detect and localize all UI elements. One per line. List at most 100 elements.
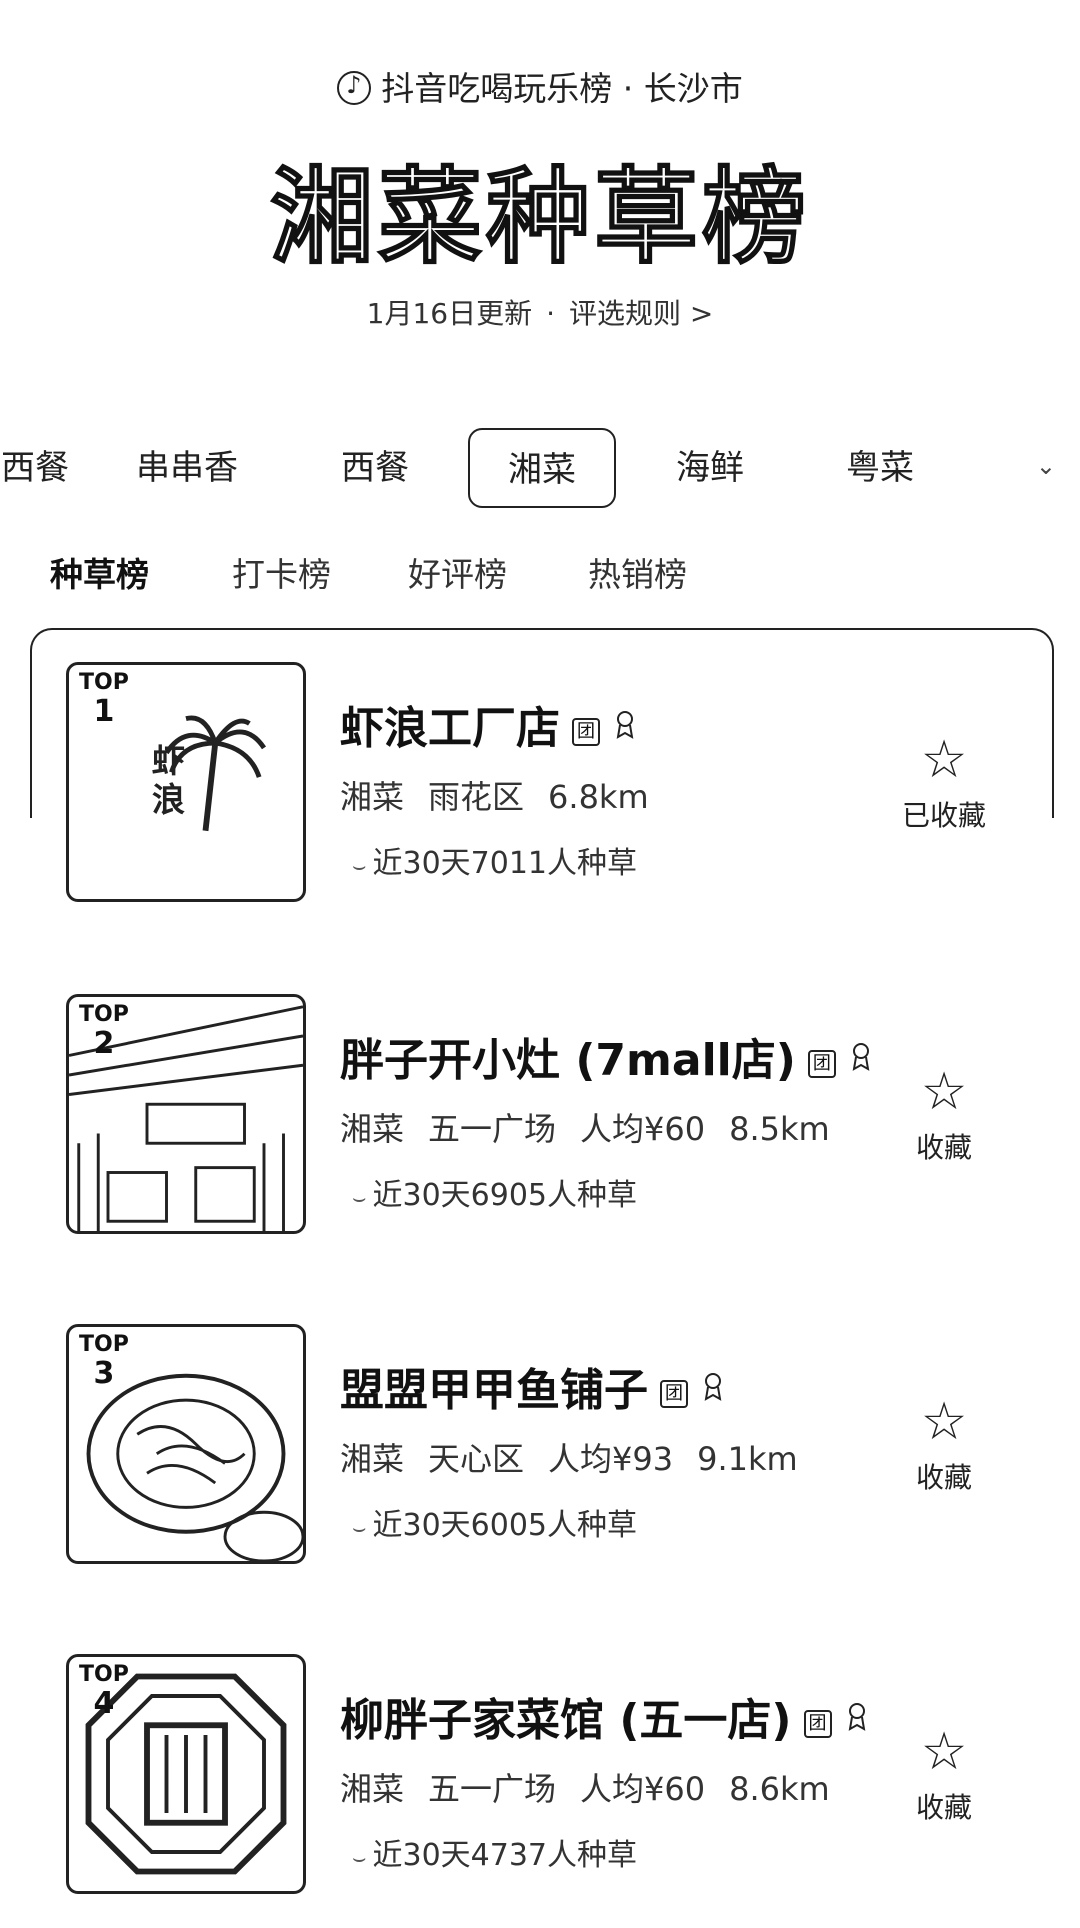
distance: 9.1km — [697, 1440, 798, 1478]
grass-stat: ⌣ 近30天6905人种草 — [340, 1170, 900, 1214]
restaurant-meta: 湘菜 天心区 人均¥93 9.1km — [340, 1434, 900, 1480]
tab-category-1[interactable]: 串串香 — [122, 428, 252, 508]
rank-badge: TOP 1 — [79, 670, 129, 730]
thumb-logo-text: 虾 — [152, 741, 185, 780]
rank-number: 1 — [93, 694, 115, 730]
favorite-button[interactable]: ☆ 收藏 — [894, 1394, 994, 1496]
rank-badge: TOP 2 — [79, 1002, 129, 1062]
list-source-text: 抖音吃喝玩乐榜 · 长沙市 — [381, 69, 743, 108]
grass-stat: ⌣ 近30天4737人种草 — [340, 1830, 900, 1874]
group-buy-icon: 团 — [572, 718, 600, 746]
tab-category-0[interactable]: 西餐 — [0, 428, 90, 508]
subtab-0[interactable]: 种草榜 — [50, 548, 149, 596]
list-source-line: 抖音吃喝玩乐榜 · 长沙市 — [0, 62, 1080, 110]
price: 人均¥60 — [580, 1110, 706, 1148]
grass-text: 近30天4737人种草 — [372, 1838, 638, 1873]
star-icon: ☆ — [920, 1392, 968, 1452]
restaurant-name-row: 胖子开小灶 (7mall店) 团 — [340, 1024, 900, 1088]
favorite-label: 收藏 — [915, 1791, 972, 1824]
star-icon: ☆ — [920, 1062, 968, 1122]
restaurant-info: 柳胖子家菜馆 (五一店) 团 湘菜 五一广场 人均¥60 8.6km ⌣ 近30天4737… — [340, 1684, 900, 1874]
restaurant-name-row: 盟盟甲甲鱼铺子团 — [340, 1354, 900, 1418]
rules-link[interactable]: 评选规则 > — [569, 297, 713, 330]
leaf-icon: ⌣ — [352, 854, 367, 879]
medal-icon — [704, 1373, 722, 1401]
list-item[interactable]: TOP 2 胖子开小灶 (7mall店) 团 湘菜 五一广场 人均¥60 8.5km ⌣ 近… — [0, 994, 1080, 1234]
favorite-button[interactable]: ☆ 收藏 — [894, 1064, 994, 1166]
cuisine: 湘菜 — [340, 1110, 405, 1148]
restaurant-meta: 湘菜 五一广场 人均¥60 8.6km — [340, 1764, 900, 1810]
group-buy-icon: 团 — [660, 1380, 688, 1408]
medal-icon — [852, 1043, 870, 1071]
price: 人均¥93 — [548, 1440, 674, 1478]
restaurant-info: 盟盟甲甲鱼铺子团 湘菜 天心区 人均¥93 9.1km ⌣ 近30天6005人种草 — [340, 1354, 900, 1544]
restaurant-meta: 湘菜 雨花区 6.8km — [340, 772, 900, 818]
restaurant-name: 虾浪工厂店 — [340, 703, 560, 754]
restaurant-thumbnail: TOP 3 — [66, 1324, 306, 1564]
distance: 6.8km — [548, 778, 649, 816]
favorite-label: 收藏 — [915, 1131, 972, 1164]
area: 五一广场 — [428, 1110, 557, 1148]
list-item[interactable]: TOP 4 柳胖子家菜馆 (五一店) 团 湘菜 五一广场 人均¥60 8.6km ⌣ 近30… — [0, 1654, 1080, 1894]
tab-category-4[interactable]: 海鲜 — [660, 428, 760, 508]
restaurant-name-row: 虾浪工厂店团 — [340, 692, 900, 756]
grass-text: 近30天7011人种草 — [372, 846, 638, 881]
favorite-label: 已收藏 — [901, 799, 986, 832]
grass-text: 近30天6905人种草 — [372, 1178, 638, 1213]
area: 雨花区 — [428, 778, 525, 816]
leaf-icon: ⌣ — [352, 1186, 367, 1211]
cuisine: 湘菜 — [340, 778, 405, 816]
update-date: 1月16日更新 — [366, 297, 533, 330]
area: 天心区 — [428, 1440, 525, 1478]
favorite-button[interactable]: ☆ 已收藏 — [894, 732, 994, 834]
star-icon: ☆ — [920, 730, 968, 790]
restaurant-name: 盟盟甲甲鱼铺子 — [340, 1365, 648, 1416]
restaurant-info: 胖子开小灶 (7mall店) 团 湘菜 五一广场 人均¥60 8.5km ⌣ 近30天69… — [340, 1024, 900, 1214]
list-item[interactable]: TOP 1 虾 浪 虾浪工厂店团 湘菜 雨花区 6.8km ⌣ 近30天7011人种草 … — [0, 662, 1080, 902]
subtab-3[interactable]: 热销榜 — [588, 548, 687, 596]
group-buy-icon: 团 — [803, 1710, 832, 1738]
cuisine: 湘菜 — [340, 1440, 405, 1478]
rank-label: TOP — [79, 670, 129, 695]
restaurant-meta: 湘菜 五一广场 人均¥60 8.5km — [340, 1104, 900, 1150]
douyin-logo-icon — [337, 71, 372, 105]
update-info: 1月16日更新 · 评选规则 > — [0, 292, 1080, 332]
rank-number: 3 — [93, 1356, 115, 1392]
star-icon: ☆ — [920, 1722, 968, 1782]
restaurant-thumbnail: TOP 4 — [66, 1654, 306, 1894]
area: 五一广场 — [428, 1770, 557, 1808]
medal-icon — [616, 711, 634, 739]
rank-badge: TOP 3 — [79, 1332, 129, 1392]
separator-dot: · — [546, 297, 555, 330]
distance: 8.6km — [729, 1770, 830, 1808]
leaf-icon: ⌣ — [352, 1846, 367, 1871]
grass-stat: ⌣ 近30天6005人种草 — [340, 1500, 900, 1544]
chevron-down-icon[interactable]: ⌄ — [1036, 452, 1056, 480]
leaf-icon: ⌣ — [352, 1516, 367, 1541]
restaurant-info: 虾浪工厂店团 湘菜 雨花区 6.8km ⌣ 近30天7011人种草 — [340, 692, 900, 882]
favorite-button[interactable]: ☆ 收藏 — [894, 1724, 994, 1826]
subtab-1[interactable]: 打卡榜 — [232, 548, 331, 596]
rank-number: 4 — [93, 1686, 115, 1722]
rank-number: 2 — [93, 1026, 115, 1062]
list-item[interactable]: TOP 3 盟盟甲甲鱼铺子团 湘菜 天心区 人均¥93 9.1km ⌣ 近30天6005人… — [0, 1324, 1080, 1564]
sub-ranking-tabs: 种草榜 打卡榜 好评榜 热销榜 — [0, 548, 1080, 600]
rank-label: TOP — [79, 1332, 129, 1357]
restaurant-thumbnail: TOP 1 虾 浪 — [66, 662, 306, 902]
thumb-logo-text-2: 浪 — [152, 780, 185, 819]
tab-category-5[interactable]: 粤菜 — [830, 428, 930, 508]
subtab-2[interactable]: 好评榜 — [408, 548, 507, 596]
rank-label: TOP — [79, 1662, 129, 1687]
restaurant-name: 柳胖子家菜馆 (五一店) — [340, 1695, 792, 1746]
tab-category-2[interactable]: 西餐 — [320, 428, 430, 508]
distance: 8.5km — [729, 1110, 830, 1148]
restaurant-thumbnail: TOP 2 — [66, 994, 306, 1234]
restaurant-name-row: 柳胖子家菜馆 (五一店) 团 — [340, 1684, 900, 1748]
grass-text: 近30天6005人种草 — [372, 1508, 638, 1543]
price: 人均¥60 — [580, 1770, 706, 1808]
grass-stat: ⌣ 近30天7011人种草 — [340, 838, 900, 882]
group-buy-icon: 团 — [807, 1050, 836, 1078]
tab-category-active[interactable]: 湘菜 — [468, 428, 616, 508]
rank-badge: TOP 4 — [79, 1662, 129, 1722]
ranking-header: 抖音吃喝玩乐榜 · 长沙市 湘菜种草榜 1月16日更新 · 评选规则 > — [0, 0, 1080, 400]
